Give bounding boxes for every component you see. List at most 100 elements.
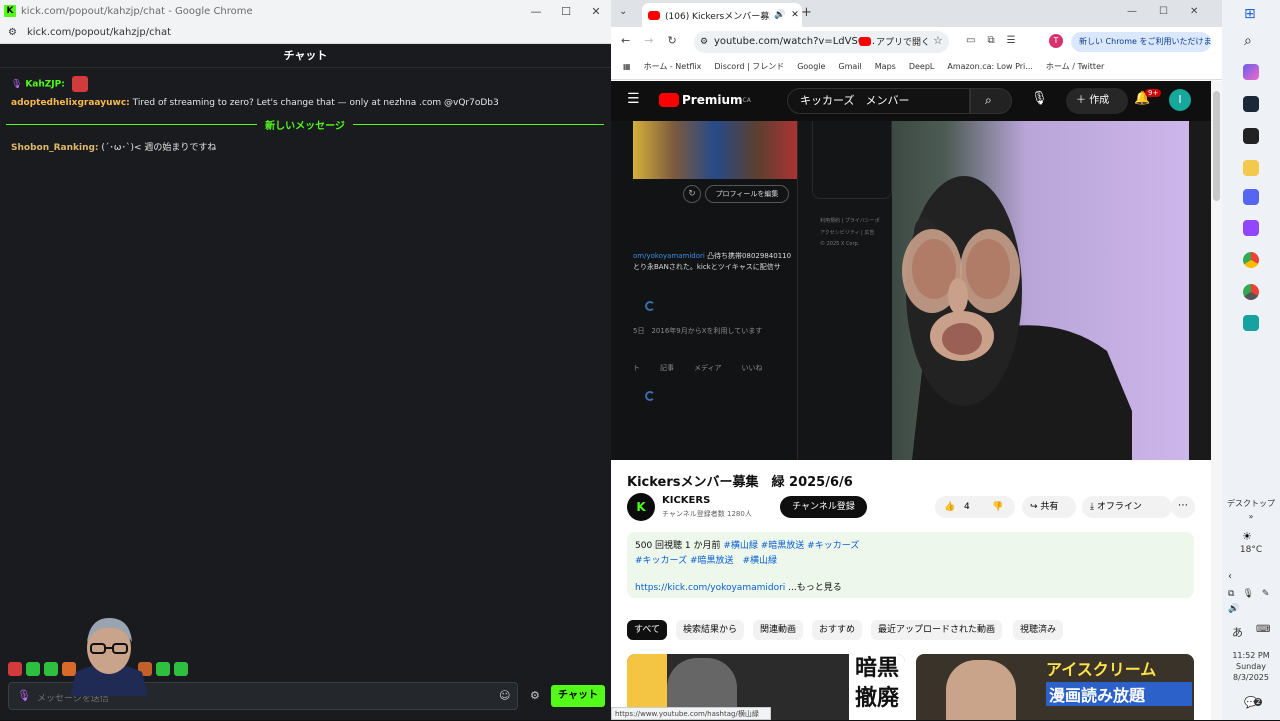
youtube-logo[interactable]: Premium CA [659,93,751,107]
tab-youtube[interactable]: (106) Kickersメンバー募集 🔊 ✕ [642,3,802,27]
filter-chip[interactable]: 最近アップロードされた動画 [871,620,1003,640]
app-icon[interactable] [1243,315,1259,331]
dislike-icon[interactable]: 👎 [992,496,1003,518]
apps-icon[interactable]: ▦ [623,62,631,71]
filter-chip[interactable]: 関連動画 [753,620,804,640]
bookmark-deepl[interactable]: DeepL [909,62,935,71]
new-tab-button[interactable]: + [801,5,812,20]
chrome-profile-icon[interactable] [1243,284,1259,300]
twitch-icon[interactable] [1243,220,1259,236]
chrome-icon[interactable] [1243,252,1259,268]
chat-username[interactable]: adoptedhelixgraayuwc: [11,98,130,108]
open-in-app-button[interactable]: アプリで開く [859,35,930,48]
close-button[interactable]: ✕ [1190,6,1198,17]
emote-icon[interactable] [44,662,58,676]
reading-list-icon[interactable]: ☰ [1007,35,1016,46]
download-button[interactable]: ⤓ オフライン [1082,496,1172,518]
close-button[interactable]: ✕ [581,5,611,18]
clock[interactable]: 11:52 PM Sunday 8/3/2025 [1222,650,1280,683]
open-in-app-label: アプリで開く [876,38,931,48]
tab-close-icon[interactable]: ✕ [791,10,799,20]
scrollbar-thumb[interactable] [1213,91,1220,201]
settings-gear-icon[interactable]: ⚙ [530,689,540,702]
search-input[interactable]: キッカーズ メンバー [787,88,970,114]
volume-icon[interactable]: 🔊 [1228,604,1239,614]
tray-chevron-icon[interactable]: ‹ [1228,571,1232,582]
chrome-update-button[interactable]: 新しい Chrome をご利用いただけます [1071,32,1211,52]
epic-games-icon[interactable] [1243,128,1259,144]
forward-icon[interactable]: → [644,34,653,47]
filter-chip[interactable]: 視聴済み [1013,620,1064,640]
steam-icon[interactable] [1243,96,1259,112]
kick-urlbar[interactable]: ⚙ kick.com/popout/kahzjp/chat [0,22,611,44]
search-button[interactable]: ⌕ [970,88,1012,114]
mic-icon[interactable]: 🎙 [1242,589,1253,599]
filter-chip[interactable]: おすすめ [812,620,863,640]
desktop-label[interactable]: デスクトップ [1222,498,1280,509]
back-icon[interactable]: ← [621,34,630,47]
tray-icon[interactable]: ⧉ [1228,589,1234,599]
channel-name[interactable]: KICKERS [662,495,710,506]
chevron-icon[interactable]: » [1222,512,1280,521]
keyboard-icon[interactable]: ⌨ [1256,624,1270,635]
description-box[interactable]: 500 回視聴 1 か月前 #横山緑 #暗黒放送 #キッカーズ #キッカーズ #… [627,532,1194,598]
voice-search-icon[interactable]: 🎙 [1031,91,1048,106]
bookmark-amazon[interactable]: Amazon.ca: Low Pri... [947,62,1033,71]
description-link[interactable]: https://kick.com/yokoyamamidori [635,583,785,593]
filter-chip[interactable]: すべて [627,620,668,640]
hashtags[interactable]: #横山緑 #暗黒放送 #キッカーズ [723,541,859,551]
chat-username[interactable]: Shobon_Ranking: [11,143,99,153]
tab-search-icon[interactable]: ⌄ [619,6,627,17]
more-actions-icon[interactable]: ⋯ [1171,496,1195,518]
ime-indicator[interactable]: あ [1232,624,1243,640]
create-button[interactable]: ＋ 作成 [1066,88,1128,114]
discord-icon[interactable] [1243,189,1259,205]
profile-avatar[interactable]: T [1049,34,1063,48]
hashtags[interactable]: #キッカーズ #暗黒放送 #横山緑 [635,553,1186,566]
weather-temp[interactable]: 18°C [1222,545,1280,555]
extensions-icon[interactable]: ⧉ [987,35,994,46]
chat-username[interactable]: KahZJP: [25,80,65,90]
bookmark-maps[interactable]: Maps [875,62,896,71]
speaker-icon[interactable]: 🔊 [774,10,785,20]
pen-icon[interactable]: ✎ [1262,589,1270,599]
filter-chip[interactable]: 検索結果から [676,620,745,640]
chat-send-button[interactable]: チャット [551,685,605,707]
bookmark-netflix[interactable]: ホーム - Netflix [644,61,702,72]
emote-icon[interactable] [8,662,22,676]
screenshot-icon[interactable]: ▭ [966,35,975,46]
reload-icon[interactable]: ↻ [667,34,676,47]
emoji-icon[interactable]: ☺ [499,689,510,702]
bookmark-twitter[interactable]: ホーム / Twitter [1046,61,1104,72]
copilot-icon[interactable] [1243,64,1259,80]
emote-icon[interactable] [26,662,40,676]
bookmark-discord[interactable]: Discord | フレンド [714,61,784,72]
share-button[interactable]: ↪ 共有 [1022,496,1076,518]
channel-avatar[interactable]: K [627,493,655,521]
page-scrollbar[interactable] [1211,81,1222,720]
minimize-button[interactable]: — [521,5,551,18]
file-explorer-icon[interactable] [1243,160,1259,176]
menu-icon[interactable]: ☰ [627,91,640,107]
profile-tab: ト [633,364,640,372]
show-more-link[interactable]: ...もっと見る [785,583,842,593]
kick-titlebar: K kick.com/popout/kahzjp/chat - Google C… [0,0,611,22]
emote-icon[interactable] [174,662,188,676]
site-info-icon[interactable]: ⚙ [700,31,708,53]
maximize-button[interactable]: ☐ [551,5,581,18]
bookmark-gmail[interactable]: Gmail [838,62,861,71]
bookmark-google[interactable]: Google [797,62,825,71]
search-icon[interactable]: ⌕ [1244,33,1252,49]
mic-icon[interactable]: 🎙 [17,689,31,702]
site-info-icon[interactable]: ⚙ [8,27,17,38]
emote-icon[interactable] [156,662,170,676]
bookmark-star-icon[interactable]: ☆ [933,34,943,47]
maximize-button[interactable]: ☐ [1159,6,1168,17]
like-icon[interactable]: 👍 [944,496,955,518]
subscribe-button[interactable]: チャンネル登録 [780,496,867,518]
video-player[interactable]: ↻ プロフィールを編集 om/yokoyamamidori 凸待ち携帯08029… [611,121,1211,460]
windows-start-icon[interactable]: ⊞ [1244,6,1256,22]
account-avatar[interactable]: I [1169,89,1191,111]
minimize-button[interactable]: — [1127,6,1137,17]
video-thumbnail[interactable]: アイスクリーム 漫画読み放題 [916,654,1194,720]
